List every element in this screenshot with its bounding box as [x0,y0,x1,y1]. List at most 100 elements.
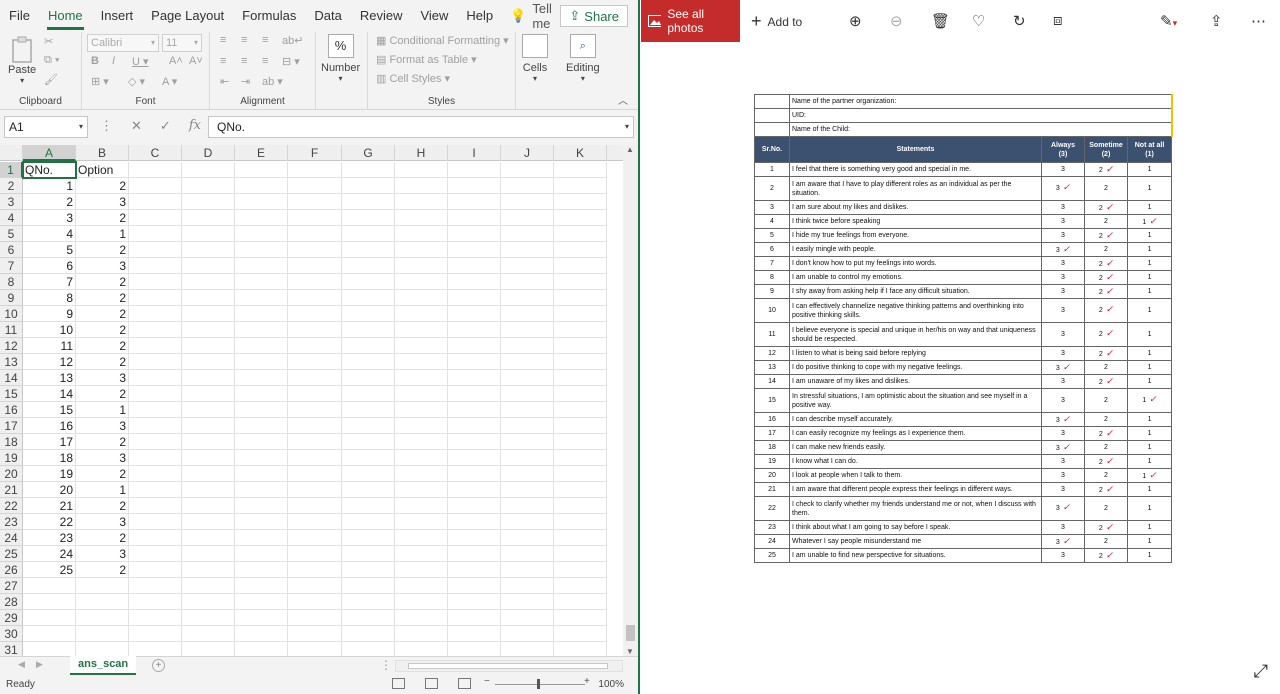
cell-i6[interactable] [448,242,501,258]
cell-g29[interactable] [342,610,395,626]
cell-k25[interactable] [554,546,607,562]
cell-b19[interactable]: 3 [76,450,129,466]
formula-input[interactable]: QNo. ▾ [208,116,634,138]
cell-g27[interactable] [342,578,395,594]
middle-align-icon[interactable]: ≡ [241,34,247,46]
cell-k28[interactable] [554,594,607,610]
cell-b31[interactable] [76,642,129,656]
cell-g1[interactable] [342,162,395,178]
cell-j21[interactable] [501,482,554,498]
cell-a20[interactable]: 19 [23,466,76,482]
edit-icon[interactable]: ✎▾ [1160,12,1177,30]
cell-b13[interactable]: 2 [76,354,129,370]
borders-icon[interactable]: ⊞ ▾ [91,75,109,88]
cell-c13[interactable] [129,354,182,370]
cell-h28[interactable] [395,594,448,610]
row-header[interactable]: 6 [0,242,23,258]
cell-e28[interactable] [235,594,288,610]
format-painter-icon[interactable]: 🖌 [44,73,58,86]
row-header[interactable]: 17 [0,418,23,434]
number-format-button[interactable]: % Number ▾ [321,34,360,83]
cell-b17[interactable]: 3 [76,418,129,434]
cell-i10[interactable] [448,306,501,322]
cell-b10[interactable]: 2 [76,306,129,322]
cell-c31[interactable] [129,642,182,656]
cell-g30[interactable] [342,626,395,642]
cell-d14[interactable] [182,370,235,386]
more-options-icon[interactable]: ⋯ [1251,12,1266,30]
cell-a5[interactable]: 4 [23,226,76,242]
cell-k27[interactable] [554,578,607,594]
cell-e17[interactable] [235,418,288,434]
cell-k15[interactable] [554,386,607,402]
cell-c20[interactable] [129,466,182,482]
cell-i8[interactable] [448,274,501,290]
cell-e2[interactable] [235,178,288,194]
row-header[interactable]: 20 [0,466,23,482]
row-header[interactable]: 28 [0,594,23,610]
copy-icon[interactable]: ⧉ ▾ [44,54,60,67]
cell-f26[interactable] [288,562,342,578]
cell-c2[interactable] [129,178,182,194]
cell-b20[interactable]: 2 [76,466,129,482]
cell-b11[interactable]: 2 [76,322,129,338]
cell-k19[interactable] [554,450,607,466]
cell-h15[interactable] [395,386,448,402]
add-to-button[interactable]: + Add to [751,11,802,32]
cell-a25[interactable]: 24 [23,546,76,562]
bold-icon[interactable]: B [91,55,99,67]
cell-a1[interactable]: QNo. [22,161,77,179]
cell-i14[interactable] [448,370,501,386]
cell-a7[interactable]: 6 [23,258,76,274]
cell-b26[interactable]: 2 [76,562,129,578]
cell-f2[interactable] [288,178,342,194]
cell-g22[interactable] [342,498,395,514]
row-header[interactable]: 25 [0,546,23,562]
cell-j31[interactable] [501,642,554,656]
share-button[interactable]: ⇪ Share [560,5,628,27]
row-header[interactable]: 29 [0,610,23,626]
cell-k14[interactable] [554,370,607,386]
cell-b14[interactable]: 3 [76,370,129,386]
cell-g24[interactable] [342,530,395,546]
cell-i11[interactable] [448,322,501,338]
font-name-combo[interactable]: Calibri ▾ [87,34,159,52]
row-header[interactable]: 1 [0,162,23,178]
cell-i20[interactable] [448,466,501,482]
cell-c12[interactable] [129,338,182,354]
cell-h21[interactable] [395,482,448,498]
cell-f14[interactable] [288,370,342,386]
cell-b1[interactable]: Option [76,162,129,178]
cell-d11[interactable] [182,322,235,338]
cell-h29[interactable] [395,610,448,626]
cell-b29[interactable] [76,610,129,626]
cell-b24[interactable]: 2 [76,530,129,546]
cell-b3[interactable]: 3 [76,194,129,210]
cell-j1[interactable] [501,162,554,178]
zoom-level[interactable]: 100% [598,679,624,690]
cell-i1[interactable] [448,162,501,178]
cell-d13[interactable] [182,354,235,370]
row-header[interactable]: 13 [0,354,23,370]
column-header-f[interactable]: F [288,145,342,161]
cell-e22[interactable] [235,498,288,514]
enter-icon[interactable]: ✓ [160,118,171,134]
cell-j3[interactable] [501,194,554,210]
delete-icon[interactable]: 🗑 [931,12,950,30]
row-header[interactable]: 26 [0,562,23,578]
cell-d16[interactable] [182,402,235,418]
decrease-font-icon[interactable]: A˅ [189,55,203,67]
top-align-icon[interactable]: ≡ [220,34,226,46]
decrease-indent-icon[interactable]: ⇤ [220,75,229,88]
cell-j5[interactable] [501,226,554,242]
cell-k3[interactable] [554,194,607,210]
cell-g11[interactable] [342,322,395,338]
cell-c17[interactable] [129,418,182,434]
tell-me-search[interactable]: 💡 Tell me [502,1,560,31]
cell-k29[interactable] [554,610,607,626]
vertical-scrollbar[interactable]: ▲ ▼ [623,145,638,656]
cell-k8[interactable] [554,274,607,290]
cell-f18[interactable] [288,434,342,450]
cell-k22[interactable] [554,498,607,514]
cell-k5[interactable] [554,226,607,242]
